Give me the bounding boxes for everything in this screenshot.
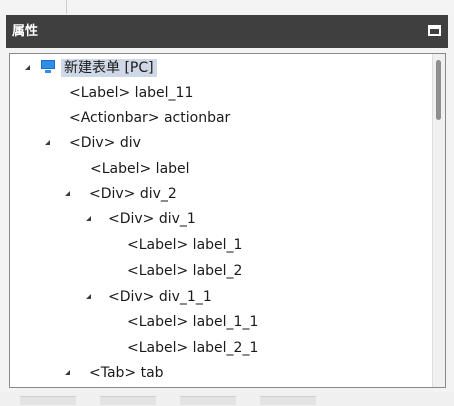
collapse-triangle-icon[interactable]: [44, 132, 54, 154]
tree-node-label[interactable]: <Label> label_11: [69, 82, 193, 104]
tree-row[interactable]: <Div> div_1_1: [10, 286, 431, 308]
tree-view[interactable]: 新建表单 [PC] <Label> label_11 <Actionbar> a…: [9, 53, 446, 388]
vertical-scrollbar[interactable]: [432, 54, 445, 387]
maximize-icon[interactable]: [428, 25, 441, 36]
tree-node-label[interactable]: <Div> div_2: [89, 183, 177, 205]
tree-node-label[interactable]: <Tab> tab: [89, 362, 164, 384]
tree-node-label[interactable]: <Div> div: [69, 132, 141, 154]
tree-node-label[interactable]: <Label> label_2: [127, 260, 242, 282]
collapse-triangle-icon[interactable]: [64, 362, 74, 384]
form-icon: [41, 60, 55, 74]
tree-row[interactable]: <Label> label_1: [10, 234, 431, 256]
bottom-tab[interactable]: [20, 396, 76, 405]
tree-row[interactable]: <Label> label_11: [10, 82, 431, 104]
panel-header: 属性: [6, 15, 448, 48]
bottom-tab[interactable]: [260, 396, 316, 405]
properties-window: 属性 新建表单 [PC] <Label> label_11 <Actionbar…: [0, 0, 454, 406]
tree-node-label[interactable]: <Label> label: [90, 158, 190, 180]
tree-node-label[interactable]: <Label> label_2_1: [127, 337, 258, 359]
toolbar-divider: [66, 0, 67, 14]
bottom-tab-strip: [0, 392, 454, 406]
bottom-tab[interactable]: [100, 396, 156, 405]
tree-row[interactable]: <Div> div_2: [10, 183, 431, 205]
collapse-triangle-icon[interactable]: [24, 57, 34, 79]
top-toolbar-strip: [0, 0, 454, 14]
tree-node-label[interactable]: <Actionbar> actionbar: [69, 107, 230, 129]
tree-node-label[interactable]: <Div> div_1_1: [108, 286, 212, 308]
bottom-tab[interactable]: [180, 396, 236, 405]
tree-root-label[interactable]: 新建表单 [PC]: [61, 59, 157, 77]
tree-row[interactable]: <Label> label_1_1: [10, 311, 431, 333]
scrollbar-thumb[interactable]: [436, 60, 441, 120]
collapse-triangle-icon[interactable]: [64, 183, 74, 205]
panel-title: 属性: [12, 24, 39, 39]
tree-row[interactable]: <Label> label: [10, 158, 431, 180]
tree-row[interactable]: <Actionbar> actionbar: [10, 107, 431, 129]
collapse-triangle-icon[interactable]: [85, 208, 95, 230]
tree-node-label[interactable]: <Label> label_1: [127, 234, 242, 256]
tree-row[interactable]: <Label> label_2_1: [10, 337, 431, 359]
tree-node-label[interactable]: <Label> label_1_1: [127, 311, 258, 333]
tree-row[interactable]: <Tab> tab: [10, 362, 431, 384]
tree-row[interactable]: <Label> label_2: [10, 260, 431, 282]
tree-node-label[interactable]: <Div> div_1: [108, 208, 196, 230]
tree-row[interactable]: <Div> div_1: [10, 208, 431, 230]
collapse-triangle-icon[interactable]: [85, 286, 95, 308]
tree-row[interactable]: <Div> div: [10, 132, 431, 154]
tree-row-root[interactable]: 新建表单 [PC]: [10, 57, 431, 79]
